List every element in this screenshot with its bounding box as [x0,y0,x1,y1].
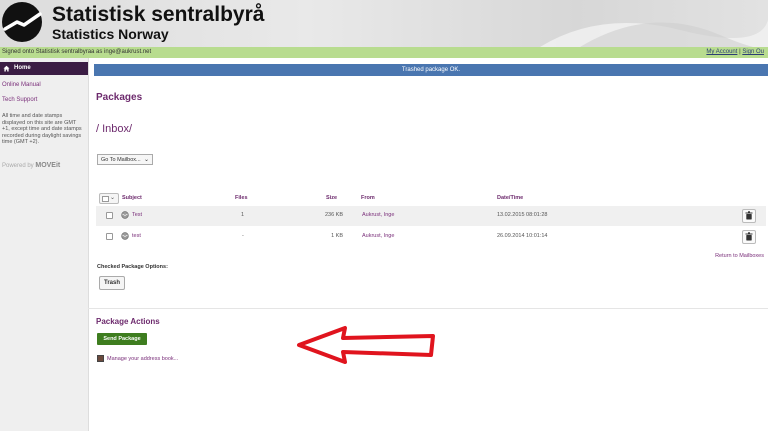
column-header-files[interactable]: Files [235,195,248,201]
timezone-note: All time and date stamps displayed on th… [2,113,82,145]
package-icon [121,211,129,219]
red-arrow-annotation [297,326,435,364]
go-to-mailbox-value: Go To Mailbox... [101,157,141,163]
row-subject-link[interactable]: test [132,233,141,239]
table-row[interactable]: Test 1 236 KB Aukrust, Inge 13.02.2015 0… [96,206,766,226]
go-to-mailbox-select[interactable]: Go To Mailbox... ⌄ [97,154,153,165]
row-datetime: 26.09.2014 10:01:14 [497,233,548,239]
page-title: Packages [96,92,143,103]
account-links: My Account | Sign Ou [706,49,764,55]
sidebar-item-online-manual[interactable]: Online Manual [2,82,41,88]
row-trash-button[interactable] [742,230,756,244]
return-to-mailboxes-link[interactable]: Return to Mailboxes [715,253,764,259]
row-files: - [242,233,244,239]
address-book-icon [97,355,104,362]
sidebar-item-label: Home [14,65,31,71]
chevron-down-icon: ⌄ [143,157,149,163]
trash-icon [745,232,753,241]
my-account-link[interactable]: My Account [706,49,737,55]
checked-package-options-label: Checked Package Options: [97,264,168,270]
column-header-datetime[interactable]: Date/Time [497,195,523,201]
powered-by-label: Powered by [2,163,34,169]
package-actions-title: Package Actions [96,317,160,326]
sidebar-item-home[interactable]: Home [0,62,88,75]
powered-by: Powered by MOVEit [2,162,60,169]
row-size: 1 KB [331,233,343,239]
home-icon [3,65,10,72]
trash-icon [745,211,753,220]
column-header-subject[interactable]: Subject [122,195,142,201]
folder-breadcrumb: / Inbox/ [96,123,133,135]
manage-address-book-link[interactable]: Manage your address book... [107,356,178,362]
select-all-checkbox[interactable] [102,196,109,202]
column-header-size[interactable]: Size [326,195,337,201]
moveit-logo: MOVEit [35,162,61,169]
account-links-separator: | [739,49,741,55]
send-package-button[interactable]: Send Package [97,333,147,345]
header-swoosh-decoration [540,20,768,47]
sidebar: Home Online Manual Tech Support All time… [0,58,89,431]
row-checkbox[interactable] [106,212,113,219]
trash-button[interactable]: Trash [99,276,125,290]
row-from-link[interactable]: Aukrust, Inge [362,212,394,218]
table-row[interactable]: test - 1 KB Aukrust, Inge 26.09.2014 10:… [96,227,766,247]
chevron-down-icon: ⌄ [110,195,116,201]
section-divider [88,308,768,309]
brand-name-norwegian: Statistisk sentralbyrå [52,3,265,26]
brand-name-english: Statistics Norway [52,26,169,42]
package-icon [121,232,129,240]
select-all-dropdown[interactable]: ⌄ [99,193,119,204]
ssb-logo-icon [2,2,42,42]
row-size: 236 KB [324,212,343,218]
row-files: 1 [241,212,245,218]
signed-in-bar: Signed onto Statistisk sentralbyraa as i… [0,47,768,58]
sign-out-link[interactable]: Sign Ou [742,49,764,55]
row-datetime: 13.02.2015 08:01:28 [497,212,548,218]
status-notice: Trashed package OK. [94,64,768,76]
row-from-link[interactable]: Aukrust, Inge [362,233,394,239]
site-header: Statistisk sentralbyrå Statistics Norway [0,0,768,47]
sidebar-item-tech-support[interactable]: Tech Support [2,97,37,103]
signed-in-text: Signed onto Statistisk sentralbyraa as i… [2,49,152,55]
column-header-from[interactable]: From [361,195,375,201]
row-checkbox[interactable] [106,233,113,240]
row-subject-link[interactable]: Test [132,212,142,218]
row-trash-button[interactable] [742,209,756,223]
